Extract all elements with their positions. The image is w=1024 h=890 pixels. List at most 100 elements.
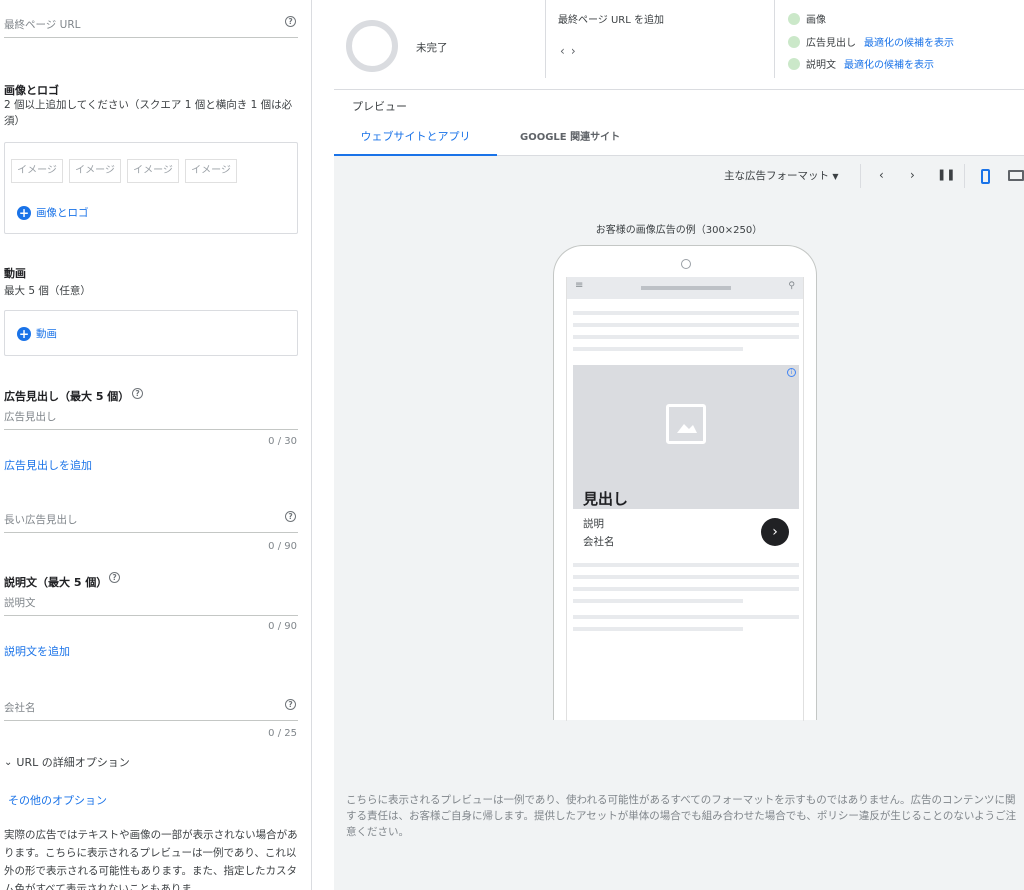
view-suggestions-link[interactable]: 最適化の候補を表示: [844, 56, 934, 71]
mock-url-bar: [641, 286, 731, 290]
more-options-link[interactable]: その他のオプション: [8, 792, 107, 808]
divider: [545, 0, 546, 78]
checklist-item: 画像: [788, 11, 826, 26]
phone-mockup: ≡ ⚲ i 見出し 説明 会社名 ›: [553, 245, 817, 721]
description-counter: 0 / 90: [268, 621, 297, 632]
add-description-link[interactable]: 説明文を追加: [4, 643, 70, 659]
add-headline-link[interactable]: 広告見出しを追加: [4, 457, 92, 473]
business-name-counter: 0 / 25: [268, 728, 297, 739]
help-icon[interactable]: ?: [285, 16, 296, 27]
phone-screen: ≡ ⚲ i 見出し 説明 会社名 ›: [566, 277, 804, 721]
video-box: + 動画: [4, 310, 298, 356]
images-desc: 2 個以上追加してください（スクエア 1 個と横向き 1 個は必須）: [4, 99, 293, 127]
placeholder-line: [573, 575, 799, 579]
divider: [964, 164, 965, 188]
phone-speaker: [681, 259, 691, 269]
caret-down-icon: ▼: [832, 172, 839, 181]
long-headline-counter: 0 / 90: [268, 541, 297, 552]
status-dot-icon: [788, 35, 800, 48]
view-suggestions-link[interactable]: 最適化の候補を表示: [864, 34, 954, 49]
headline-placeholder: 広告見出し: [4, 411, 57, 423]
image-slot[interactable]: イメージ: [69, 159, 121, 183]
description-field[interactable]: 説明文: [4, 596, 298, 616]
long-headline-field[interactable]: 長い広告見出し ?: [4, 511, 298, 533]
divider: [860, 164, 861, 188]
placeholder-line: [573, 347, 743, 351]
placeholder-line: [573, 615, 799, 619]
chevron-left-icon[interactable]: ‹: [560, 44, 571, 58]
add-final-url-label: 最終ページ URL を追加: [558, 15, 664, 26]
ad-strength-summary: 未完了 最終ページ URL を追加 ‹› 画像 広告見出し 最適化の候補を表示 …: [334, 0, 1024, 90]
final-url-placeholder: 最終ページ URL: [4, 19, 81, 31]
asset-form-panel: 最終ページ URL ? 画像とロゴ 2 個以上追加してください（スクエア 1 個…: [0, 0, 312, 890]
image-slot[interactable]: イメージ: [11, 159, 63, 183]
images-box: イメージ イメージ イメージ イメージ + 画像とロゴ: [4, 142, 298, 234]
ad-strength-status: 未完了: [416, 42, 448, 54]
headline-counter: 0 / 30: [268, 436, 297, 447]
desktop-device-icon[interactable]: [1008, 170, 1024, 181]
next-icon[interactable]: ›: [910, 168, 915, 182]
status-dot-icon: [788, 57, 800, 70]
example-label: お客様の画像広告の例（300×250）: [595, 225, 763, 236]
placeholder-line: [573, 587, 799, 591]
chevron-right-icon[interactable]: ›: [571, 44, 582, 58]
ad-strength-ring: [346, 20, 398, 72]
add-images-button[interactable]: + 画像とロゴ: [17, 205, 89, 220]
chevron-down-icon: ⌄: [4, 756, 13, 768]
add-video-button[interactable]: + 動画: [17, 326, 57, 341]
headline-title: 広告見出し（最大 5 個）: [4, 390, 130, 403]
ad-choices-icon[interactable]: i: [787, 368, 796, 377]
divider: [774, 0, 775, 78]
menu-icon: ≡: [575, 280, 584, 291]
help-icon[interactable]: ?: [285, 511, 296, 522]
final-url-field[interactable]: 最終ページ URL ?: [4, 16, 298, 38]
video-title: 動画: [4, 267, 26, 280]
checklist-item: 広告見出し 最適化の候補を表示: [788, 34, 954, 49]
long-headline-placeholder: 長い広告見出し: [4, 514, 78, 526]
help-icon[interactable]: ?: [132, 388, 143, 399]
add-images-label: 画像とロゴ: [36, 207, 89, 219]
search-icon: ⚲: [788, 281, 795, 291]
checklist-label: 画像: [806, 15, 826, 26]
prev-icon[interactable]: ‹: [879, 168, 884, 182]
url-options-label: URL の詳細オプション: [16, 756, 130, 769]
help-icon[interactable]: ?: [109, 572, 120, 583]
ad-business-name: 会社名: [583, 536, 615, 548]
preview-disclaimer: こちらに表示されるプレビューは一例であり、使われる可能性があるすべてのフォーマッ…: [346, 794, 1017, 838]
tab-websites-apps[interactable]: ウェブサイトとアプリ: [334, 128, 497, 156]
business-name-field[interactable]: 会社名 ?: [4, 699, 298, 721]
plus-circle-icon: +: [17, 205, 31, 220]
checklist-label: 広告見出し: [806, 38, 856, 49]
mock-browser-bar: ≡ ⚲: [567, 277, 803, 299]
preview-title: プレビュー: [352, 100, 407, 113]
add-video-label: 動画: [36, 328, 57, 340]
placeholder-line: [573, 335, 799, 339]
ad-image-area[interactable]: i 見出し: [573, 365, 799, 509]
tab-google-sites[interactable]: GOOGLE 関連サイト: [520, 128, 620, 156]
placeholder-line: [573, 627, 743, 631]
tab-label: ウェブサイトとアプリ: [360, 130, 471, 143]
preview-note: 実際の広告ではテキストや画像の一部が表示されない場合があります。こちらに表示され…: [4, 829, 298, 890]
help-icon[interactable]: ?: [285, 699, 296, 710]
business-name-placeholder: 会社名: [4, 702, 36, 714]
tab-label: GOOGLE 関連サイト: [520, 132, 621, 143]
image-slot[interactable]: イメージ: [185, 159, 237, 183]
plus-circle-icon: +: [17, 326, 31, 341]
url-options-toggle[interactable]: ⌄ URL の詳細オプション: [4, 754, 130, 770]
description-title: 説明文（最大 5 個）: [4, 576, 108, 589]
status-dot-icon: [788, 12, 800, 25]
pause-icon[interactable]: ❚❚: [937, 168, 955, 181]
image-placeholder-icon: [666, 404, 706, 444]
preview-header: プレビュー ウェブサイトとアプリ GOOGLE 関連サイト: [334, 90, 1024, 156]
image-slot[interactable]: イメージ: [127, 159, 179, 183]
mobile-device-icon[interactable]: [981, 169, 990, 184]
images-title: 画像とロゴ: [4, 84, 59, 97]
placeholder-line: [573, 323, 799, 327]
checklist-label: 説明文: [806, 60, 836, 71]
checklist-item: 説明文 最適化の候補を表示: [788, 56, 934, 71]
format-label: 主な広告フォーマット: [724, 170, 829, 182]
placeholder-line: [573, 599, 743, 603]
ad-cta-arrow-icon[interactable]: ›: [761, 518, 789, 546]
headline-field[interactable]: 広告見出し: [4, 410, 298, 430]
ad-format-dropdown[interactable]: 主な広告フォーマット ▼: [724, 168, 839, 183]
